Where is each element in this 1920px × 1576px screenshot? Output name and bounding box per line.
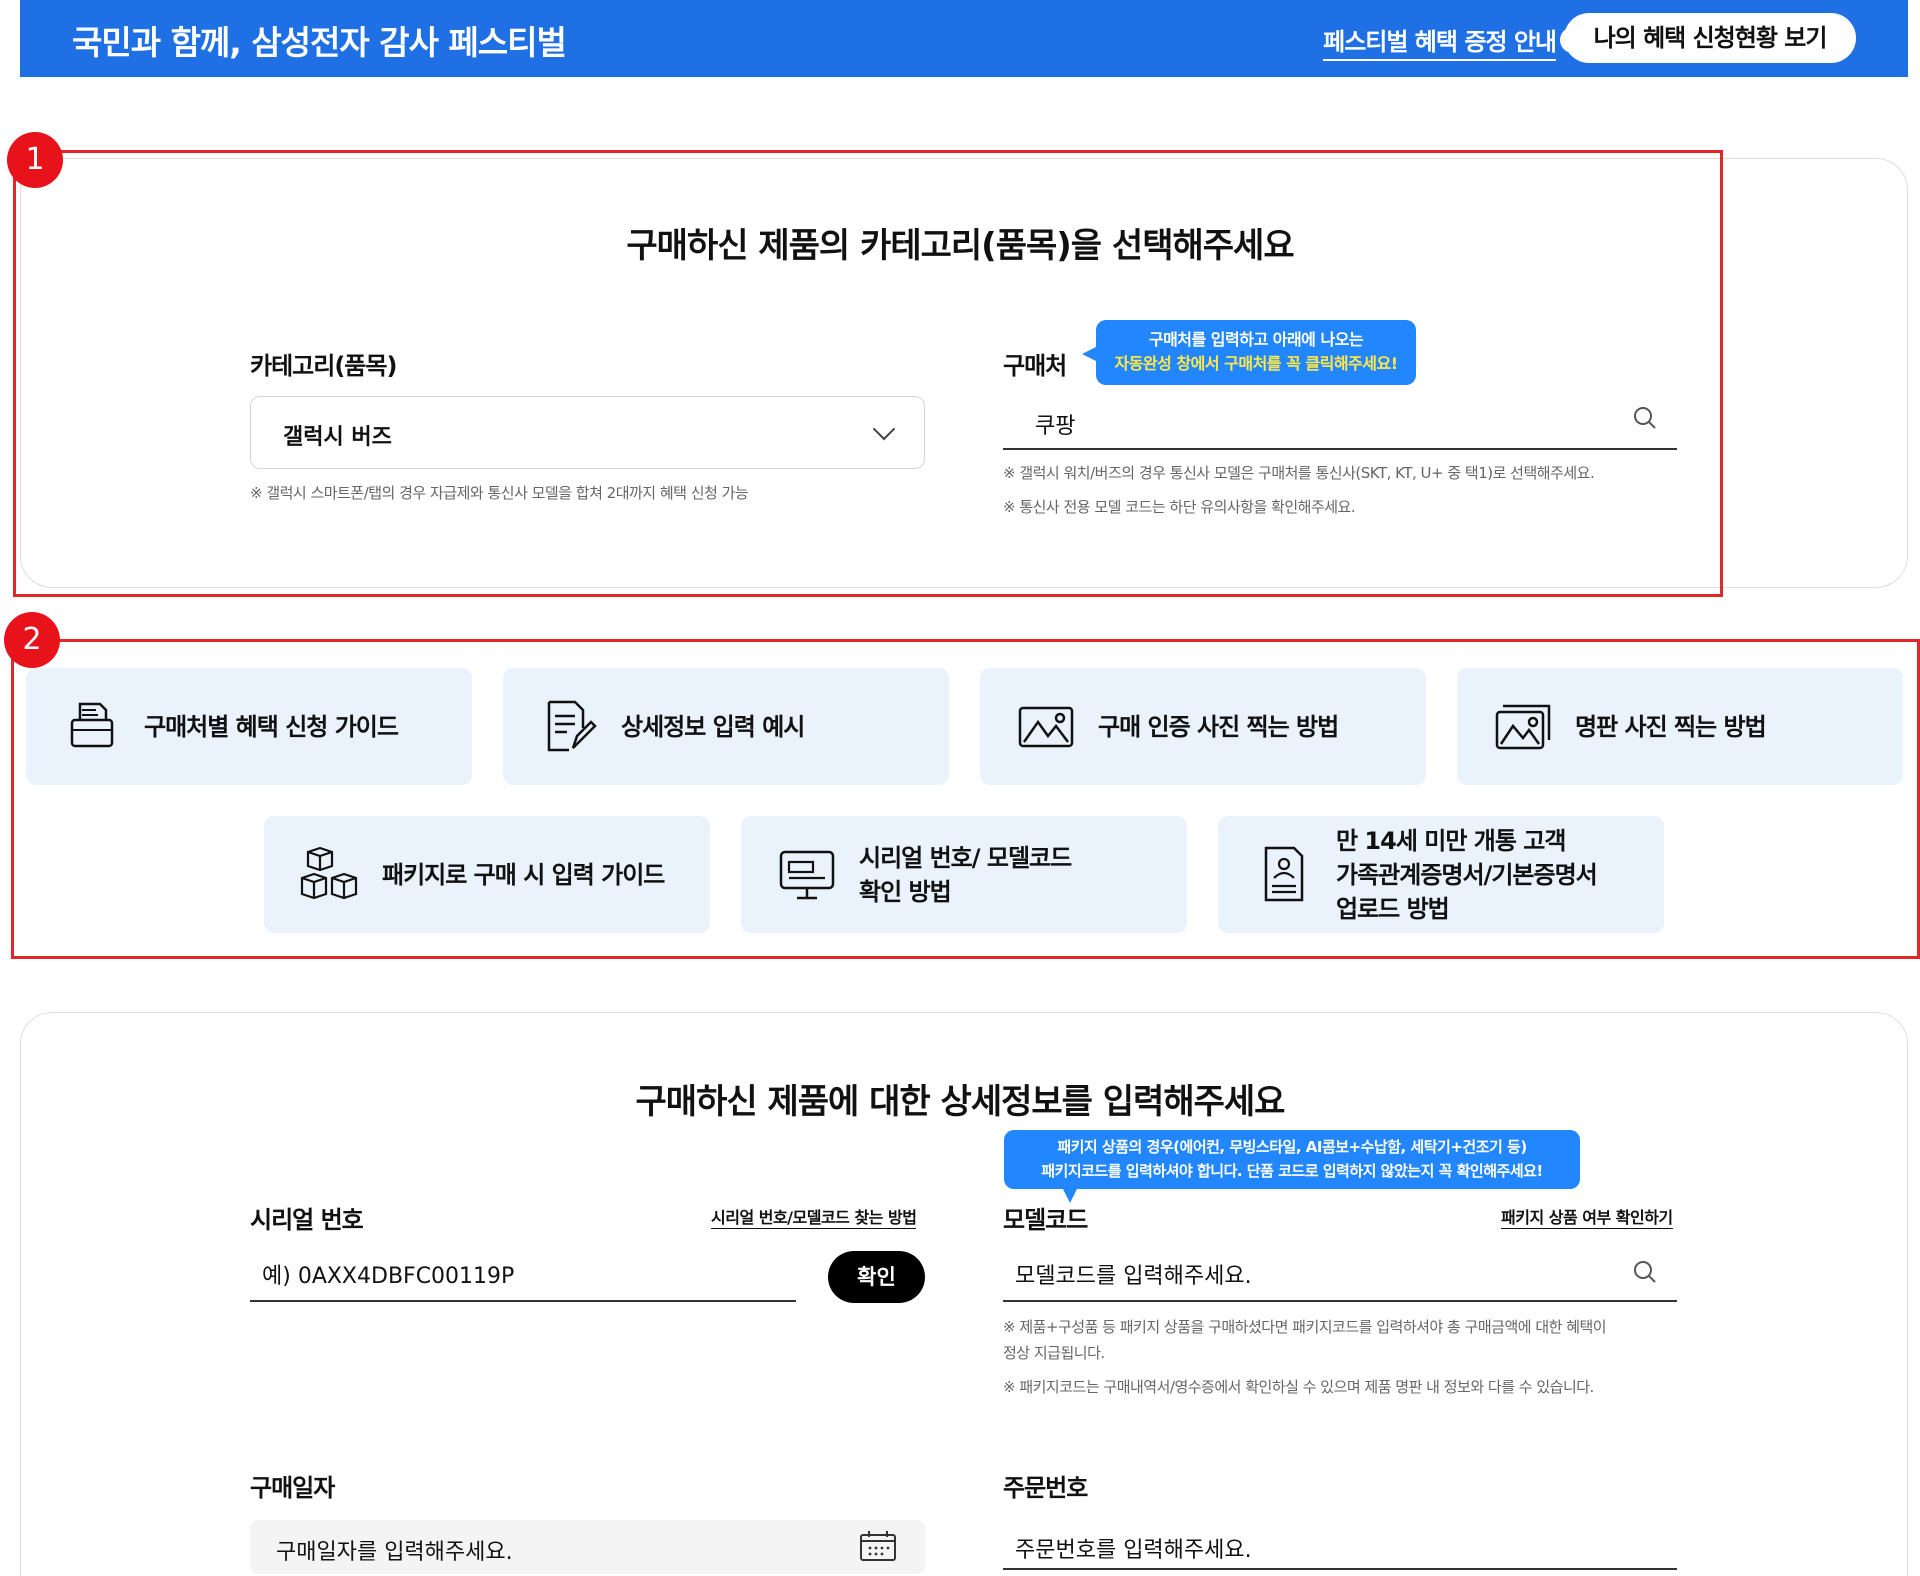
serial-input[interactable]: 예) 0AXX4DBFC00119P <box>250 1250 796 1302</box>
model-input[interactable]: 모델코드를 입력해주세요. <box>1003 1250 1677 1302</box>
model-label: 모델코드 <box>1003 1206 1088 1234</box>
serial-placeholder: 예) 0AXX4DBFC00119P <box>262 1264 515 1289</box>
step-badge-1: 1 <box>7 132 63 188</box>
order-label: 주문번호 <box>1003 1474 1088 1502</box>
step-badge-2: 2 <box>4 612 60 668</box>
package-check-link[interactable]: 패키지 상품 여부 확인하기 <box>1501 1204 1673 1229</box>
model-tooltip: 패키지 상품의 경우(에어컨, 무빙스타일, AI콤보+수납함, 세탁기+건조기… <box>1004 1130 1580 1203</box>
highlight-box-1 <box>13 150 1723 597</box>
serial-confirm-button[interactable]: 확인 <box>828 1251 925 1303</box>
model-note-1b: 정상 지급됩니다. <box>1003 1344 1105 1362</box>
date-placeholder: 구매일자를 입력해주세요. <box>276 1540 513 1565</box>
model-note-1a: ※ 제품+구성품 등 패키지 상품을 구매하셨다면 패키지코드를 입력하셔야 총… <box>1003 1318 1607 1336</box>
model-note-2: ※ 패키지코드는 구매내역서/영수증에서 확인하실 수 있으며 제품 명판 내 … <box>1003 1378 1594 1396</box>
my-benefit-status-button[interactable]: 나의 혜택 신청현황 보기 <box>1564 13 1856 63</box>
serial-label: 시리얼 번호 <box>250 1206 364 1234</box>
date-label: 구매일자 <box>250 1474 335 1502</box>
model-placeholder: 모델코드를 입력해주세요. <box>1015 1264 1252 1289</box>
festival-title: 국민과 함께, 삼성전자 감사 페스티벌 <box>72 23 567 62</box>
top-banner: 국민과 함께, 삼성전자 감사 페스티벌 페스티벌 혜택 증정 안내 나의 혜택… <box>20 0 1908 77</box>
detail-section-title: 구매하신 제품에 대한 상세정보를 입력해주세요 <box>635 1082 1286 1122</box>
model-tooltip-line2: 패키지코드를 입력하셔야 합니다. 단품 코드로 입력하지 않았는지 꼭 확인해… <box>1041 1162 1543 1180</box>
order-placeholder: 주문번호를 입력해주세요. <box>1015 1538 1252 1563</box>
serial-help-link[interactable]: 시리얼 번호/모델코드 찾는 방법 <box>711 1204 917 1229</box>
model-tooltip-line1: 패키지 상품의 경우(에어컨, 무빙스타일, AI콤보+수납함, 세탁기+건조기… <box>1057 1138 1527 1156</box>
search-icon[interactable] <box>1633 1260 1657 1284</box>
highlight-box-2 <box>11 639 1920 959</box>
purchase-date-input[interactable]: 구매일자를 입력해주세요. <box>250 1520 925 1574</box>
calendar-icon[interactable] <box>859 1530 897 1562</box>
order-number-input[interactable]: 주문번호를 입력해주세요. <box>1003 1518 1677 1570</box>
benefit-guide-link[interactable]: 페스티벌 혜택 증정 안내 <box>1323 22 1557 61</box>
